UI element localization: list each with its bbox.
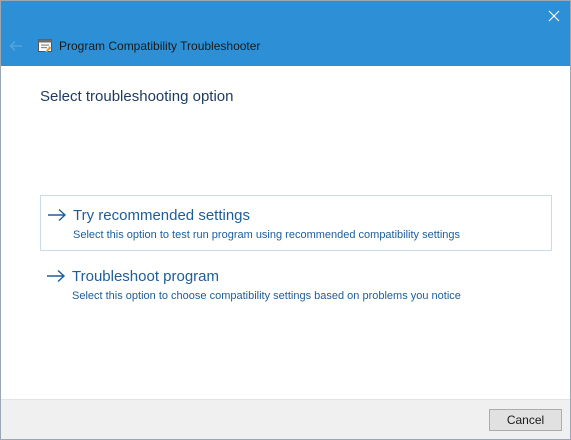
option-try-recommended-settings[interactable]: Try recommended settings Select this opt…: [40, 195, 552, 251]
close-icon: [548, 10, 560, 22]
back-button[interactable]: [7, 37, 25, 55]
close-button[interactable]: [540, 4, 568, 28]
option-title: Try recommended settings: [73, 207, 251, 224]
title-bar: Program Compatibility Troubleshooter: [1, 1, 570, 66]
option-description: Select this option to test run program u…: [73, 229, 461, 241]
page-heading: Select troubleshooting option: [40, 88, 234, 105]
arrow-right-icon: [47, 269, 66, 283]
option-description: Select this option to choose compatibili…: [72, 290, 461, 302]
option-title: Troubleshoot program: [72, 268, 220, 285]
footer-bar: Cancel: [1, 399, 570, 439]
window-title: Program Compatibility Troubleshooter: [59, 39, 261, 53]
arrow-right-icon: [48, 208, 67, 222]
back-arrow-icon: [9, 41, 22, 51]
troubleshooter-window: Program Compatibility Troubleshooter Sel…: [0, 0, 571, 440]
cancel-button[interactable]: Cancel: [489, 409, 562, 431]
option-troubleshoot-program[interactable]: Troubleshoot program Select this option …: [40, 257, 552, 313]
troubleshooter-app-icon: [38, 39, 52, 52]
